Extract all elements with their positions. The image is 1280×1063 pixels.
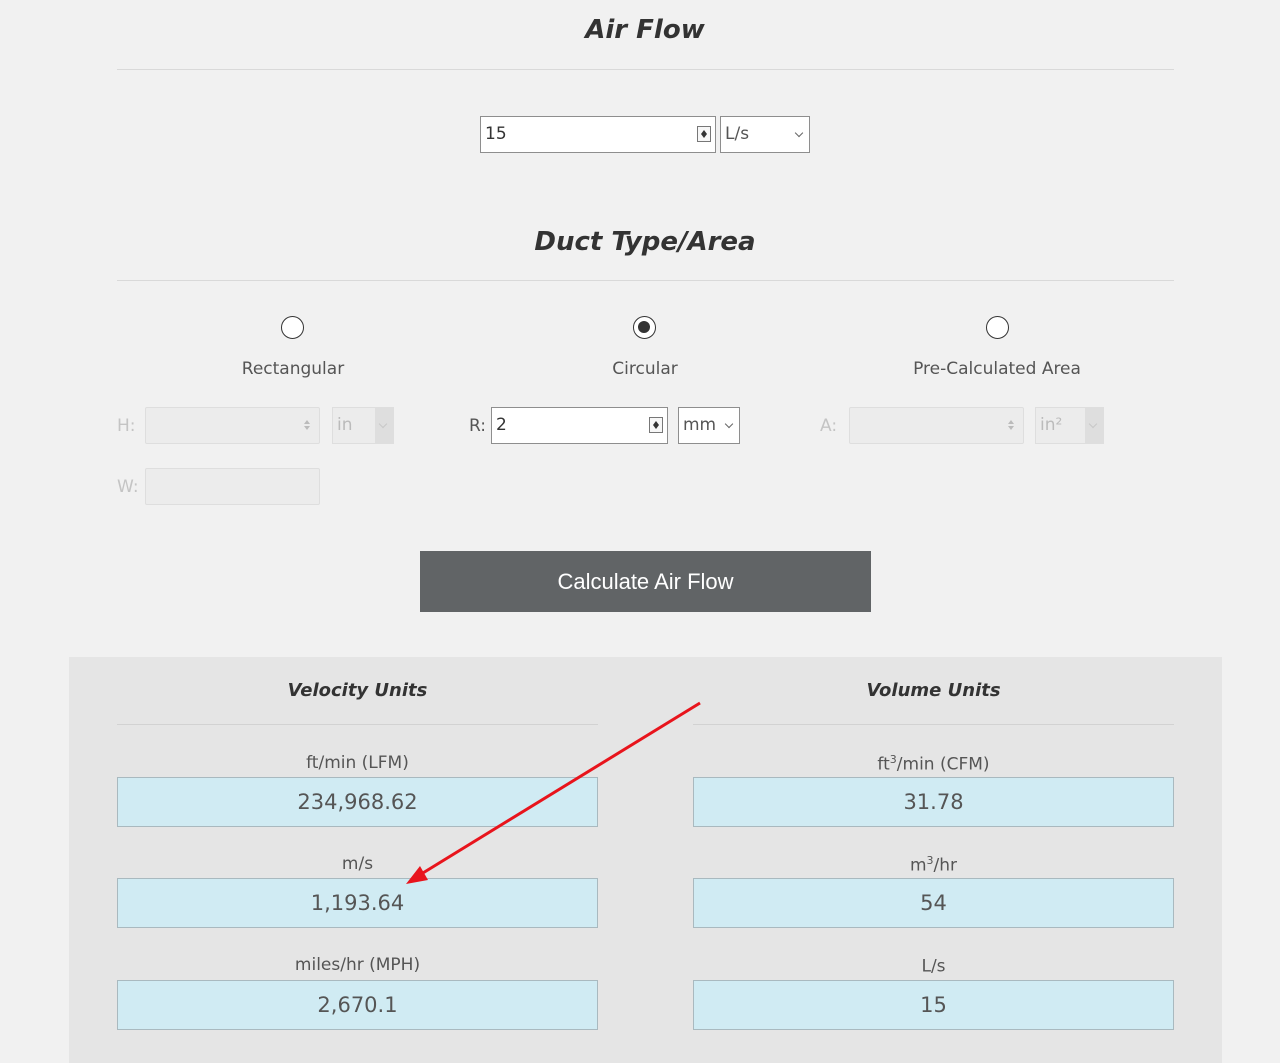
air-flow-value: 15 [485,124,507,144]
volume-result-m3hr: 54 [693,878,1174,928]
spinner-icon [1005,417,1019,433]
spinner-icon[interactable] [649,417,663,433]
air-flow-unit-select[interactable]: L/s [720,116,810,153]
volume-result-cfm: 31.78 [693,777,1174,827]
area-unit-select[interactable]: in² [1035,407,1104,444]
area-input[interactable] [849,407,1024,444]
chevron-down-icon [724,419,734,429]
divider [117,724,598,725]
width-label: W: [117,477,139,497]
air-flow-input[interactable]: 15 [480,116,716,153]
radio-circular[interactable] [633,316,656,339]
volume-label-ls: L/s [921,956,946,977]
label-circular: Circular [612,359,678,379]
area-unit: in² [1040,415,1063,435]
velocity-label-ms: m/s [341,854,374,874]
height-label: H: [117,416,136,436]
radius-value: 2 [496,415,507,435]
radius-label: R: [469,416,487,436]
velocity-units-title: Velocity Units [287,680,428,701]
radio-precalculated-area[interactable] [986,316,1009,339]
divider [693,724,1174,725]
velocity-result-mph: 2,670.1 [117,980,598,1030]
volume-label-cfm: ft3/min (CFM) [877,753,990,775]
divider [117,280,1174,281]
velocity-label-mph: miles/hr (MPH) [294,955,421,975]
volume-units-title: Volume Units [866,680,1001,701]
results-panel: Velocity Units Volume Units ft/min (LFM)… [69,657,1222,1063]
width-input[interactable] [145,468,320,505]
calculate-air-flow-button[interactable]: Calculate Air Flow [420,551,871,612]
divider [117,69,1174,70]
area-label: A: [820,416,838,436]
height-unit-select[interactable]: in [332,407,394,444]
radius-unit: mm [683,415,717,435]
velocity-result-ms: 1,193.64 [117,878,598,928]
label-rectangular: Rectangular [241,359,345,379]
radius-unit-select[interactable]: mm [678,407,740,444]
radio-rectangular[interactable] [281,316,304,339]
spinner-icon [301,417,315,433]
volume-label-m3hr: m3/hr [909,854,958,876]
label-precalculated-area: Pre-Calculated Area [913,359,1081,379]
height-input[interactable] [145,407,320,444]
radius-input[interactable]: 2 [491,407,668,444]
air-flow-unit: L/s [725,124,750,144]
velocity-label-lfm: ft/min (LFM) [306,753,409,773]
spinner-icon[interactable] [697,126,711,142]
air-flow-calculator: Air Flow 15 L/s Duct Type/Area Rectangul… [0,0,1280,1063]
velocity-result-lfm: 234,968.62 [117,777,598,827]
air-flow-title: Air Flow [585,15,705,45]
duct-type-title: Duct Type/Area [534,227,756,257]
volume-result-ls: 15 [693,980,1174,1030]
height-unit: in [337,415,353,435]
chevron-down-icon [794,128,804,138]
